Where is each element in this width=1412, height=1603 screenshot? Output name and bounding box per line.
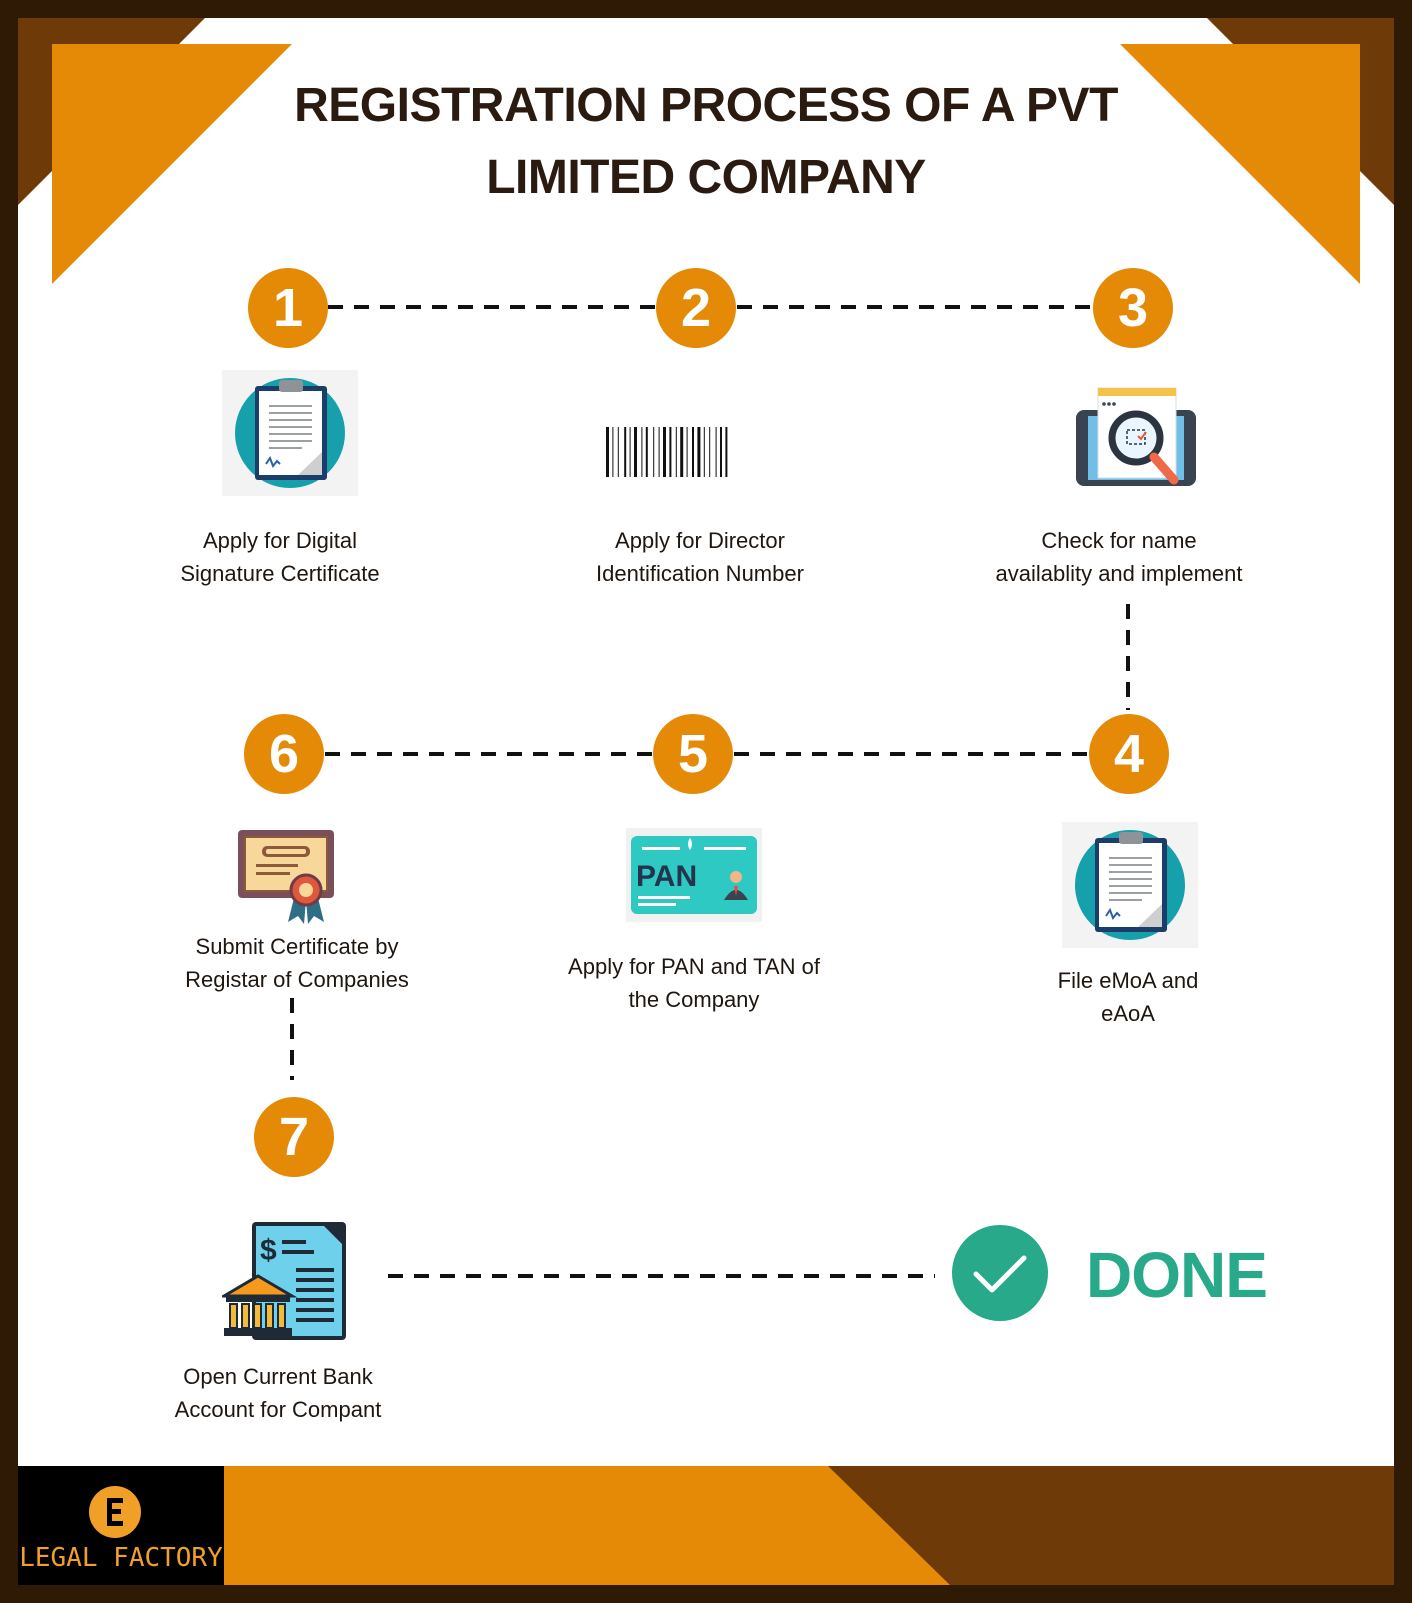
step-7-label-line2: Account for Compant <box>174 1397 382 1422</box>
step-3-label-line1: Check for name <box>1041 528 1197 553</box>
page-title-line2: LIMITED COMPANY <box>486 151 926 204</box>
step-5-label: Apply for PAN and TAN of the Company <box>529 950 859 1016</box>
step-1-label: Apply for Digital Signature Certificate <box>115 524 445 590</box>
step-4-label-line2: eAoA <box>1101 1001 1155 1026</box>
clipboard-document-icon <box>1062 822 1198 948</box>
barcode-icon <box>606 427 728 477</box>
page-title-line1: REGISTRATION PROCESS OF A PVT <box>294 79 1118 132</box>
step-6-label-line2: Registar of Companies <box>185 967 409 992</box>
step-5-number: 5 <box>653 714 733 794</box>
step-7-label: Open Current Bank Account for Compant <box>113 1360 443 1426</box>
step-3-label-line2: availablity and implement <box>995 561 1243 586</box>
step-1-label-line1: Apply for Digital <box>202 528 358 553</box>
bank-document-icon: $ <box>222 1222 346 1340</box>
step-2-label-line1: Apply for Director <box>615 528 785 553</box>
brand-name: LEGAL FACTORY <box>19 1543 223 1573</box>
step-7-number: 7 <box>254 1097 334 1177</box>
svg-text:$: $ <box>260 1234 277 1267</box>
step-6-label: Submit Certificate by Registar of Compan… <box>132 930 462 996</box>
certificate-icon <box>238 830 334 924</box>
checkmark-icon <box>952 1225 1048 1321</box>
step-6-label-line1: Submit Certificate by <box>195 934 399 959</box>
step-1-number: 1 <box>248 268 328 348</box>
legal-factory-logo <box>89 1486 141 1538</box>
step-1-label-line2: Signature Certificate <box>180 561 380 586</box>
step-7-label-line1: Open Current Bank <box>183 1364 373 1389</box>
clipboard-document-icon <box>222 370 358 496</box>
step-3-number: 3 <box>1093 268 1173 348</box>
step-4-label: File eMoA and eAoA <box>963 964 1293 1030</box>
step-6-number: 6 <box>244 714 324 794</box>
done-label: DONE <box>1086 1239 1268 1311</box>
pan-card-text: PAN <box>636 860 697 893</box>
step-2-label: Apply for Director Identification Number <box>535 524 865 590</box>
infographic: REGISTRATION PROCESS OF A PVT LIMITED CO… <box>0 0 1412 1603</box>
step-2-label-line2: Identification Number <box>596 561 804 586</box>
pan-card-icon: PAN <box>626 828 762 922</box>
step-5-label-line2: the Company <box>628 987 760 1012</box>
step-3-label: Check for name availablity and implement <box>954 524 1284 590</box>
tablet-search-icon <box>1076 387 1196 486</box>
step-5-label-line1: Apply for PAN and TAN of <box>568 954 820 979</box>
step-4-number: 4 <box>1089 714 1169 794</box>
step-2-number: 2 <box>656 268 736 348</box>
step-4-label-line1: File eMoA and <box>1057 968 1199 993</box>
